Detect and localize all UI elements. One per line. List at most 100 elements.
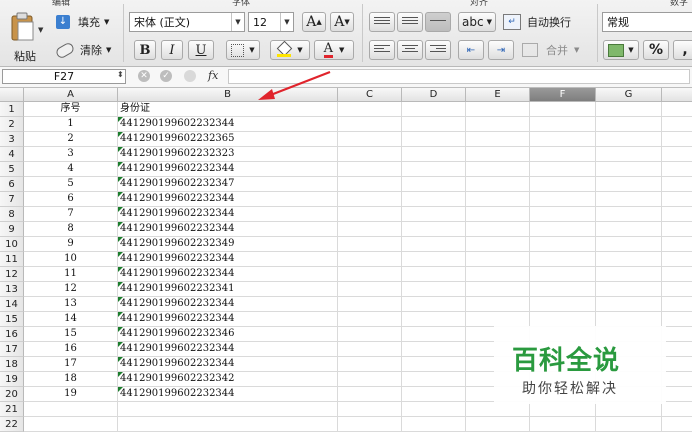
row-header[interactable]: 14 [0,297,24,312]
empty-cell[interactable] [466,297,530,312]
column-header-f[interactable]: F [530,88,596,102]
empty-cell[interactable] [402,117,466,132]
empty-cell[interactable] [530,192,596,207]
empty-cell[interactable] [402,372,466,387]
empty-cell[interactable] [402,327,466,342]
empty-cell[interactable] [530,132,596,147]
empty-cell[interactable] [402,207,466,222]
cell-b[interactable]: 441290199602232346 [118,327,338,342]
cell-b[interactable]: 441290199602232344 [118,267,338,282]
percent-button[interactable]: % [643,40,669,60]
empty-cell[interactable] [338,402,402,417]
cell-b[interactable]: 441290199602232342 [118,372,338,387]
decrease-indent-button[interactable]: ⇤ [458,40,484,60]
cell-a[interactable]: 15 [24,327,118,342]
number-format-select[interactable]: 常规 [602,12,692,32]
empty-cell[interactable] [596,147,662,162]
empty-cell[interactable] [596,192,662,207]
empty-cell[interactable] [338,177,402,192]
empty-cell[interactable] [338,387,402,402]
cell-b[interactable]: 441290199602232341 [118,282,338,297]
row-header[interactable]: 19 [0,372,24,387]
underline-button[interactable]: U [188,40,214,60]
align-left-button[interactable] [369,40,395,60]
empty-cell[interactable] [596,417,662,432]
row-header[interactable]: 5 [0,162,24,177]
empty-cell[interactable] [596,177,662,192]
font-size-select[interactable]: 12 ▼ [248,12,294,32]
row-header[interactable]: 2 [0,117,24,132]
empty-cell[interactable] [662,132,692,147]
empty-cell[interactable] [596,102,662,117]
empty-cell[interactable] [338,357,402,372]
empty-cell[interactable] [402,312,466,327]
empty-cell[interactable] [402,402,466,417]
column-header-e[interactable]: E [466,88,530,102]
empty-cell[interactable] [530,402,596,417]
row-header[interactable]: 8 [0,207,24,222]
empty-cell[interactable] [338,252,402,267]
cell-a[interactable]: 13 [24,297,118,312]
row-header[interactable]: 12 [0,267,24,282]
empty-cell[interactable] [530,117,596,132]
cell-a[interactable] [24,417,118,432]
empty-cell[interactable] [662,387,692,402]
row-header[interactable]: 20 [0,387,24,402]
row-header[interactable]: 15 [0,312,24,327]
empty-cell[interactable] [402,297,466,312]
cell-a[interactable]: 10 [24,252,118,267]
cell-b[interactable]: 441290199602232344 [118,312,338,327]
empty-cell[interactable] [530,312,596,327]
cell-a[interactable]: 7 [24,207,118,222]
empty-cell[interactable] [466,312,530,327]
empty-cell[interactable] [466,147,530,162]
empty-cell[interactable] [662,402,692,417]
empty-cell[interactable] [338,162,402,177]
cell-a[interactable]: 序号 [24,102,118,117]
name-box[interactable]: F27 [2,69,126,84]
empty-cell[interactable] [662,327,692,342]
cell-a[interactable]: 2 [24,132,118,147]
cancel-icon[interactable]: ✕ [138,70,150,82]
grow-font-button[interactable]: A ▲ [302,12,326,32]
empty-cell[interactable] [530,297,596,312]
cell-b[interactable]: 441290199602232344 [118,162,338,177]
cell-a[interactable]: 5 [24,177,118,192]
column-header-h[interactable] [662,88,692,102]
merge-button[interactable]: 合并 ▼ [522,40,579,60]
empty-cell[interactable] [466,402,530,417]
empty-cell[interactable] [402,252,466,267]
cell-a[interactable]: 6 [24,192,118,207]
bold-button[interactable]: B [134,40,156,60]
empty-cell[interactable] [596,207,662,222]
empty-cell[interactable] [402,192,466,207]
row-header[interactable]: 17 [0,342,24,357]
wrap-text-button[interactable]: ↵ 自动换行 [503,12,571,32]
empty-cell[interactable] [662,192,692,207]
row-header[interactable]: 21 [0,402,24,417]
empty-cell[interactable] [596,252,662,267]
empty-cell[interactable] [596,222,662,237]
empty-cell[interactable] [466,207,530,222]
font-color-button[interactable]: A ▼ [314,40,354,60]
cell-b[interactable]: 441290199602232365 [118,132,338,147]
row-header[interactable]: 10 [0,237,24,252]
accounting-format-button[interactable]: ▼ [603,40,639,60]
empty-cell[interactable] [402,342,466,357]
empty-cell[interactable] [338,282,402,297]
empty-cell[interactable] [402,177,466,192]
empty-cell[interactable] [338,117,402,132]
empty-cell[interactable] [402,267,466,282]
empty-cell[interactable] [530,417,596,432]
empty-cell[interactable] [338,327,402,342]
cell-b[interactable]: 441290199602232344 [118,222,338,237]
empty-cell[interactable] [402,417,466,432]
cell-b[interactable]: 441290199602232344 [118,117,338,132]
empty-cell[interactable] [530,282,596,297]
empty-cell[interactable] [662,357,692,372]
row-header[interactable]: 11 [0,252,24,267]
empty-cell[interactable] [338,222,402,237]
text-direction-button[interactable]: abc ▼ [458,12,496,32]
comma-button[interactable]: , [673,40,692,60]
empty-cell[interactable] [402,132,466,147]
